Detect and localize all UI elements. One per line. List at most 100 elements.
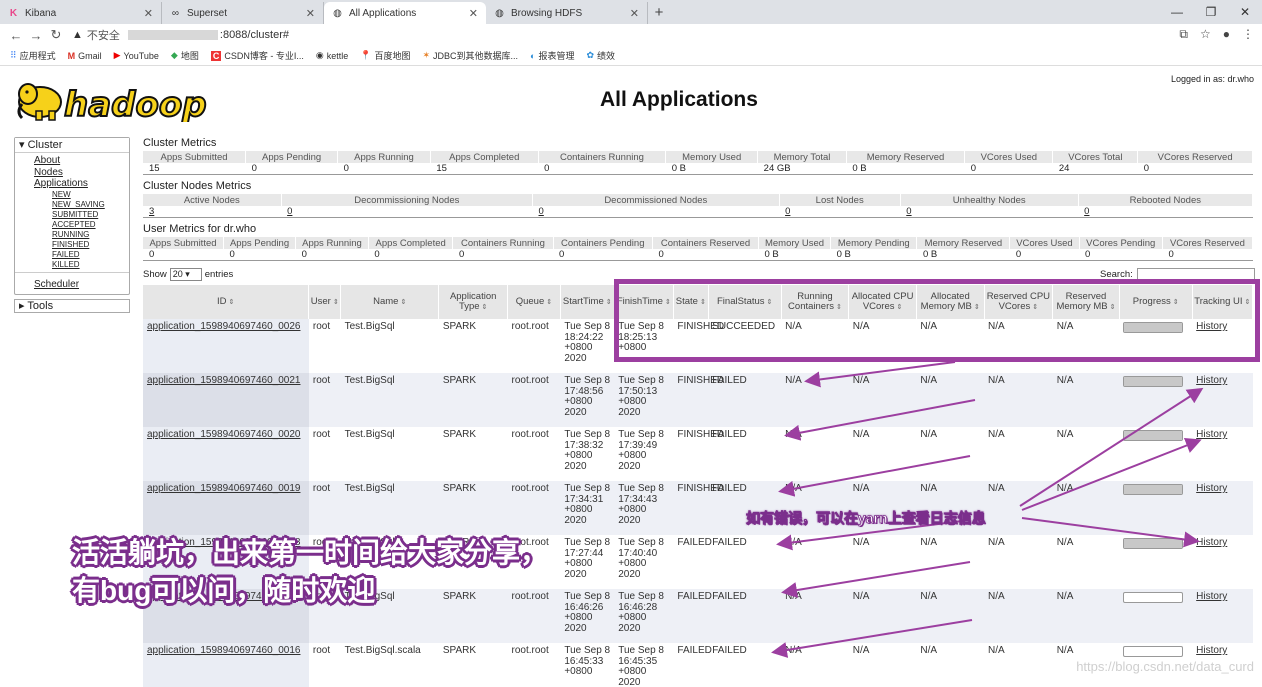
metric-value[interactable]: 0 [1078,206,1253,218]
final-cell: FAILED [708,373,782,427]
history-link[interactable]: History [1196,591,1227,602]
name-cell: Test.BigSql.scala [340,643,439,687]
url-text: :8088/cluster# [219,29,289,41]
column-header[interactable]: Application Type ⇕ [438,285,509,319]
gear-icon: ✿ [586,50,595,60]
state-link-new-saving[interactable]: NEW_SAVING [52,200,129,210]
close-window-icon[interactable]: ✕ [1228,0,1262,24]
metric-value: 0 [295,249,369,261]
metric-value: 0 [337,163,431,175]
state-link-new[interactable]: NEW [52,190,129,200]
close-icon[interactable]: ✕ [144,7,153,20]
progress-cell [1119,427,1193,481]
metric-value[interactable]: 0 [281,206,533,218]
tab-title: All Applications [349,7,417,19]
state-cell: FINISHED [673,373,724,427]
history-link[interactable]: History [1196,645,1227,656]
table-row: 300000 [143,206,1253,218]
cluster-toggle[interactable]: ▾ Cluster [15,138,129,153]
column-header[interactable]: User ⇕ [308,285,342,319]
metric-value[interactable]: 3 [143,206,282,218]
rc-cell: N/A [781,373,849,427]
progress-fill [1124,431,1183,440]
annotation-caption: 活活躺坑，出来第一时间给大家分享， 有bug可以问，随时欢迎 [72,534,548,610]
tab-all-applications[interactable]: ◍ All Applications ✕ [324,2,486,24]
new-tab-button[interactable]: + [648,2,670,24]
app-id-link[interactable]: application_1598940697460_0016 [147,645,300,656]
tracking-ui-cell: History [1192,481,1253,535]
history-link[interactable]: History [1196,483,1227,494]
state-link-finished[interactable]: FINISHED [52,240,129,250]
redacted-host [127,30,218,40]
tab-kibana[interactable]: K Kibana ✕ [0,2,162,24]
menu-icon[interactable]: ⋮ [1242,27,1254,42]
tools-toggle[interactable]: ▸ Tools [14,298,130,313]
state-link-submitted[interactable]: SUBMITTED [52,210,129,220]
restore-icon[interactable]: ❐ [1194,0,1228,24]
column-header[interactable]: Queue ⇕ [507,285,561,319]
state-link-killed[interactable]: KILLED [52,260,129,270]
history-link[interactable]: History [1196,537,1227,548]
metric-header: Unhealthy Nodes [900,194,1079,206]
app-id-link[interactable]: application_1598940697460_0020 [147,429,300,440]
metric-value: 0 B [846,163,965,175]
reload-icon[interactable]: ↻ [46,27,66,43]
progress-fill [1124,485,1183,494]
address-bar: ← → ↻ ▲ 不安全 :8088/cluster# ⧉ ☆ ● ⋮ [0,24,1262,46]
column-header[interactable]: ID ⇕ [143,285,310,319]
sidebar-link-applications[interactable]: Applications [34,178,129,190]
close-icon[interactable]: ✕ [469,7,478,20]
bookmark-reports[interactable]: ◐ 报表管理 [530,49,574,62]
tab-browsing-hdfs[interactable]: ◍ Browsing HDFS ✕ [486,2,648,24]
bookmark-baidu-map[interactable]: 📍 百度地图 [360,49,410,62]
progress-cell [1119,535,1193,589]
bookmark-apps[interactable]: ⠿ 应用程式 [10,49,56,62]
metric-header: Memory Used [758,237,832,249]
minimize-icon[interactable]: — [1160,0,1194,24]
close-icon[interactable]: ✕ [630,7,639,20]
state-link-failed[interactable]: FAILED [52,250,129,260]
bookmark-maps[interactable]: ◆ 地图 [171,49,199,62]
bookmark-jdbc[interactable]: ✶ JDBC到其他数据库... [422,49,518,62]
table-row: 15 0 0 15 0 0 B 24 GB 0 B 0 24 0 [143,163,1253,175]
app-id-link[interactable]: application_1598940697460_0026 [147,321,300,332]
state-link-accepted[interactable]: ACCEPTED [52,220,129,230]
page-size-select[interactable]: 20 ▾ [169,268,202,281]
tab-superset[interactable]: ∞ Superset ✕ [162,2,324,24]
account-icon[interactable]: ● [1223,27,1230,42]
state-link-running[interactable]: RUNNING [52,230,129,240]
finish-cell: Tue Sep 8 17:50:13 +0800 2020 [614,373,674,427]
metric-value[interactable]: 0 [900,206,1079,218]
translate-icon[interactable]: ⧉ [1179,27,1188,42]
sidebar-link-scheduler[interactable]: Scheduler [34,279,79,290]
bookmark-csdn[interactable]: C CSDN博客 - 专业I... [210,49,304,62]
apps-grid-icon: ⠿ [10,50,17,60]
name-cell: Test.BigSql [340,319,439,373]
rcpu-cell: N/A [984,535,1053,589]
bookmark-kettle[interactable]: ◉ kettle [316,50,348,61]
metric-value: 0 [553,249,653,261]
column-header[interactable]: Name ⇕ [340,285,440,319]
close-icon[interactable]: ✕ [306,7,315,20]
sidebar-link-nodes[interactable]: Nodes [34,167,129,179]
metric-value[interactable]: 0 [779,206,901,218]
history-link[interactable]: History [1196,375,1227,386]
acpu-cell: N/A [848,643,917,687]
history-link[interactable]: History [1196,429,1227,440]
final-cell: FAILED [708,643,782,687]
back-icon[interactable]: ← [6,28,26,43]
sidebar-link-about[interactable]: About [34,155,129,167]
cluster-section: ▾ Cluster About Nodes Applications NEW N… [14,137,130,295]
column-header[interactable]: StartTime ⇕ [560,285,615,319]
forward-icon[interactable]: → [26,28,46,43]
type-cell: SPARK [438,481,508,535]
bookmark-performance[interactable]: ✿ 绩效 [587,49,616,62]
url-field[interactable]: ▲ 不安全 :8088/cluster# [72,27,289,43]
app-id-link[interactable]: application_1598940697460_0021 [147,375,300,386]
star-icon[interactable]: ☆ [1200,27,1211,42]
bookmark-gmail[interactable]: M Gmail [68,51,102,61]
start-cell: Tue Sep 8 16:46:26 +0800 2020 [560,589,615,643]
bookmark-youtube[interactable]: ▶ YouTube [114,50,159,61]
metric-value[interactable]: 0 [532,206,780,218]
app-id-link[interactable]: application_1598940697460_0019 [147,483,300,494]
